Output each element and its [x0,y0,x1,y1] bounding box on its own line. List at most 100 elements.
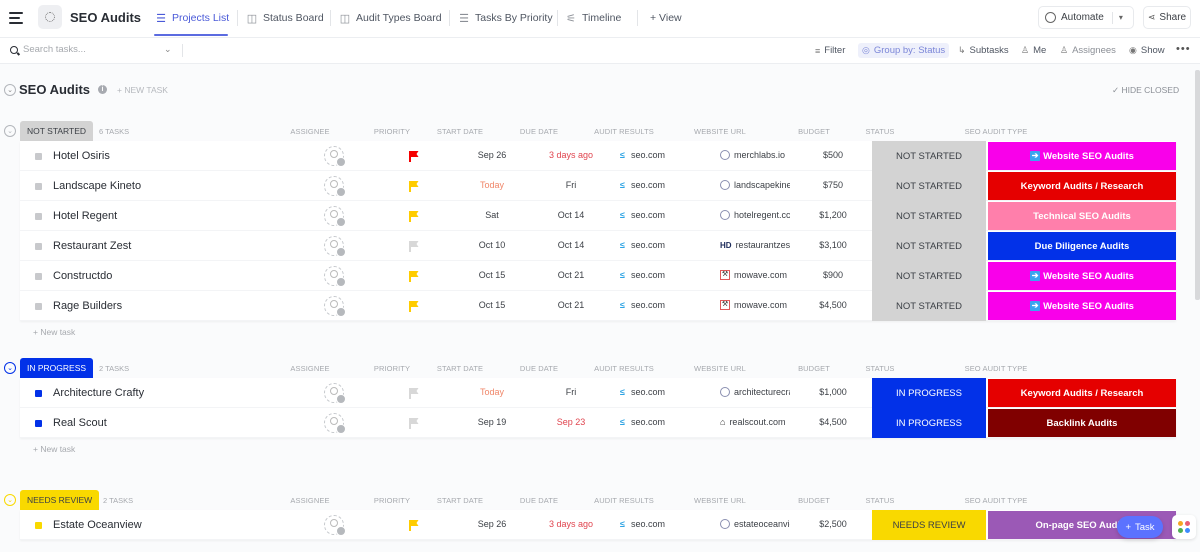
task-name[interactable]: Hotel Regent [53,210,117,222]
priority-flag-icon[interactable] [409,211,419,222]
show-button[interactable]: ◉ Show [1129,43,1165,58]
due-date[interactable]: Oct 14 [535,240,607,250]
task-status-square[interactable] [35,420,42,427]
tab-status-board[interactable]: ◫ Status Board [246,10,324,26]
space-icon[interactable] [38,5,62,29]
status-cell[interactable]: IN PROGRESS [872,378,986,408]
task-name[interactable]: Hotel Osiris [53,150,110,162]
due-date[interactable]: Fri [535,387,607,397]
filter-button[interactable]: ≡ Filter [815,43,845,58]
task-name[interactable]: Constructdo [53,270,112,282]
status-cell[interactable]: NOT STARTED [872,231,986,261]
budget-value[interactable]: $750 [810,180,856,190]
tab-projects-list[interactable]: ☰ Projects List [155,10,229,26]
budget-value[interactable]: $1,200 [810,210,856,220]
start-date[interactable]: Today [456,387,528,397]
add-assignee-icon[interactable] [324,236,346,257]
task-row[interactable]: Rage Builders Oct 15 Oct 21 ≤ seo.com ⚒ mo… [20,291,1176,321]
budget-value[interactable]: $3,100 [810,240,856,250]
task-row[interactable]: Restaurant Zest Oct 10 Oct 14 ≤ seo.com H… [20,231,1176,261]
column-header-audit-results[interactable]: AUDIT RESULTS [582,496,666,505]
search-field[interactable]: Search tasks... [10,44,86,55]
column-header-website-url[interactable]: WEBSITE URL [684,364,756,373]
seo-audit-type-cell[interactable]: ➔ Website SEO Audits [988,262,1176,290]
column-header-priority[interactable]: PRIORITY [366,496,418,505]
chevron-down-icon[interactable]: ▾ [1119,13,1123,22]
task-status-square[interactable] [35,522,42,529]
status-cell[interactable]: IN PROGRESS [872,408,986,438]
audit-results-link[interactable]: ≤ seo.com [620,180,665,190]
status-cell[interactable]: NOT STARTED [872,261,986,291]
audit-results-link[interactable]: ≤ seo.com [620,270,665,280]
vertical-scrollbar[interactable] [1195,70,1200,300]
add-assignee-icon[interactable] [324,206,346,227]
task-name[interactable]: Restaurant Zest [53,240,131,252]
due-date[interactable]: Sep 23 [535,417,607,427]
status-cell[interactable]: NOT STARTED [872,291,986,321]
me-button[interactable]: ♙ Me [1021,43,1046,58]
priority-flag-icon[interactable] [409,418,419,429]
status-badge[interactable]: IN PROGRESS [20,358,94,378]
start-date[interactable]: Today [456,180,528,190]
seo-audit-type-cell[interactable]: Backlink Audits [988,409,1176,437]
status-cell[interactable]: NEEDS REVIEW [872,510,986,540]
status-badge[interactable]: NEEDS REVIEW [20,490,100,510]
seo-audit-type-cell[interactable]: ➔ Website SEO Audits [988,292,1176,320]
add-assignee-icon[interactable] [324,146,346,167]
budget-value[interactable]: $2,500 [810,519,856,529]
due-date[interactable]: 3 days ago [535,150,607,160]
task-name[interactable]: Landscape Kineto [53,180,141,192]
audit-results-link[interactable]: ≤ seo.com [620,519,665,529]
task-status-square[interactable] [35,303,42,310]
task-row[interactable]: Hotel Regent Sat Oct 14 ≤ seo.com hotelre… [20,201,1176,231]
audit-results-link[interactable]: ≤ seo.com [620,210,665,220]
column-header-start-date[interactable]: START DATE [424,364,496,373]
priority-flag-icon[interactable] [409,151,419,162]
status-badge[interactable]: NOT STARTED [20,121,94,141]
task-status-square[interactable] [35,273,42,280]
priority-flag-icon[interactable] [409,181,419,192]
task-row[interactable]: Landscape Kineto Today Fri ≤ seo.com land… [20,171,1176,201]
website-url-link[interactable]: merchlabs.io [720,150,790,160]
seo-audit-type-cell[interactable]: Technical SEO Audits [988,202,1176,230]
audit-results-link[interactable]: ≤ seo.com [620,240,665,250]
task-row[interactable]: Architecture Crafty Today Fri ≤ seo.com a… [20,378,1176,408]
column-header-seo-audit-type[interactable]: SEO AUDIT TYPE [902,364,1090,373]
task-name[interactable]: Estate Oceanview [53,519,142,531]
task-name[interactable]: Architecture Crafty [53,387,144,399]
collapse-list-icon[interactable]: ⌄ [4,83,16,96]
status-cell[interactable]: NOT STARTED [872,141,986,171]
start-date[interactable]: Oct 15 [456,300,528,310]
add-new-task-button[interactable]: + New task [33,444,75,454]
task-status-square[interactable] [35,213,42,220]
task-status-square[interactable] [35,153,42,160]
column-header-start-date[interactable]: START DATE [424,127,496,136]
hide-closed-button[interactable]: ✓ HIDE CLOSED [1112,85,1179,96]
add-task-fab[interactable]: + Task [1117,516,1163,538]
audit-results-link[interactable]: ≤ seo.com [620,417,665,427]
add-assignee-icon[interactable] [324,296,346,317]
assignees-button[interactable]: ♙ Assignees [1060,43,1116,58]
search-options-chevron-icon[interactable]: ⌄ [164,44,172,55]
column-header-seo-audit-type[interactable]: SEO AUDIT TYPE [902,127,1090,136]
priority-flag-icon[interactable] [409,301,419,312]
task-row[interactable]: Constructdo Oct 15 Oct 21 ≤ seo.com ⚒ mowa… [20,261,1176,291]
collapse-group-icon[interactable]: ⌄ [4,494,16,506]
tab-tasks-by-priority[interactable]: ☰ Tasks By Priority [458,10,553,26]
website-url-link[interactable]: ⚒ mowave.com [720,270,790,280]
due-date[interactable]: Oct 21 [535,300,607,310]
website-url-link[interactable]: HD restaurantzest [720,240,790,250]
audit-results-link[interactable]: ≤ seo.com [620,300,665,310]
collapse-group-icon[interactable]: ⌄ [4,362,16,374]
task-name[interactable]: Rage Builders [53,300,122,312]
column-header-due-date[interactable]: DUE DATE [503,364,575,373]
budget-value[interactable]: $4,500 [810,300,856,310]
add-view-button[interactable]: + View [650,10,682,26]
due-date[interactable]: Oct 21 [535,270,607,280]
task-row[interactable]: Real Scout Sep 19 Sep 23 ≤ seo.com ⌂ reals… [20,408,1176,438]
task-status-square[interactable] [35,243,42,250]
seo-audit-type-cell[interactable]: Due Diligence Audits [988,232,1176,260]
website-url-link[interactable]: landscapekine [720,180,790,190]
priority-flag-icon[interactable] [409,520,419,531]
column-header-priority[interactable]: PRIORITY [366,364,418,373]
